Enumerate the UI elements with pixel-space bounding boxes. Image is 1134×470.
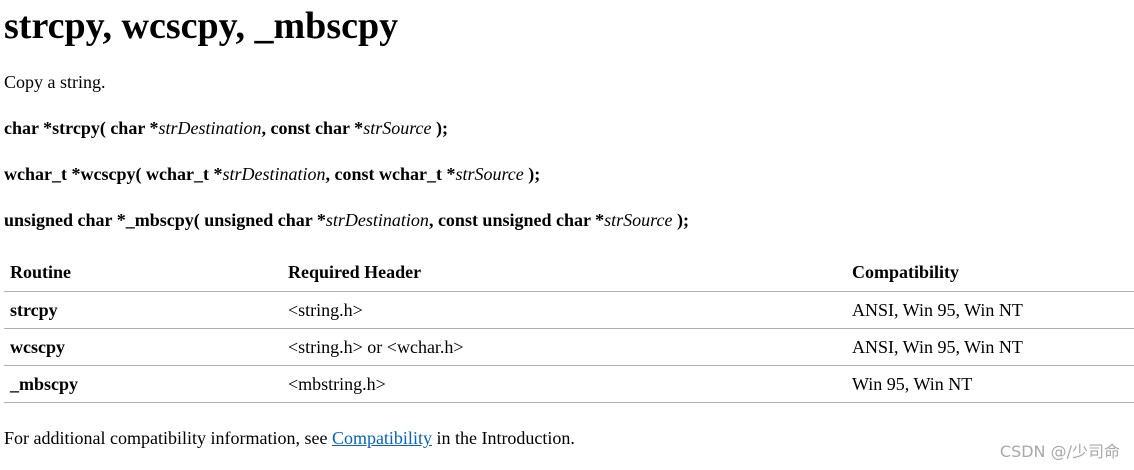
param-source: strSource — [363, 118, 432, 138]
header-routine: Routine — [4, 254, 282, 292]
signature-middle: , const char * — [261, 118, 364, 138]
signature-end: ); — [523, 164, 541, 184]
header-cell: <string.h> — [282, 291, 846, 329]
footer-text-after: in the Introduction. — [431, 428, 575, 448]
table-row: strcpy <string.h> ANSI, Win 95, Win NT — [4, 291, 1134, 329]
signature-prefix: char *strcpy( char * — [4, 118, 159, 138]
compatibility-link[interactable]: Compatibility — [332, 428, 432, 448]
intro-text: Copy a string. — [4, 72, 106, 92]
signature-middle: , const unsigned char * — [428, 210, 605, 230]
param-source: strSource — [604, 210, 673, 230]
compatibility-cell: Win 95, Win NT — [846, 365, 1134, 403]
routine-cell: _mbscpy — [4, 365, 282, 403]
table-row: _mbscpy <mbstring.h> Win 95, Win NT — [4, 365, 1134, 403]
param-destination: strDestination — [325, 210, 429, 230]
compatibility-cell: ANSI, Win 95, Win NT — [846, 328, 1134, 366]
signature-wcscpy: wchar_t *wcscpy( wchar_t *strDestination… — [4, 162, 540, 186]
signature-end: ); — [431, 118, 449, 138]
footer-note: For additional compatibility information… — [4, 426, 575, 450]
compatibility-cell: ANSI, Win 95, Win NT — [846, 291, 1134, 329]
header-required-header: Required Header — [282, 254, 846, 292]
signature-middle: , const wchar_t * — [325, 164, 456, 184]
param-destination: strDestination — [222, 164, 326, 184]
requirements-table: Routine Required Header Compatibility st… — [4, 254, 1134, 403]
signature-end: ); — [672, 210, 689, 230]
header-cell: <string.h> or <wchar.h> — [282, 328, 846, 366]
table-row: wcscpy <string.h> or <wchar.h> ANSI, Win… — [4, 328, 1134, 366]
param-source: strSource — [455, 164, 524, 184]
signature-prefix: wchar_t *wcscpy( wchar_t * — [4, 164, 223, 184]
param-destination: strDestination — [158, 118, 262, 138]
routine-cell: wcscpy — [4, 328, 282, 366]
header-compatibility: Compatibility — [846, 254, 1134, 292]
signature-strcpy: char *strcpy( char *strDestination, cons… — [4, 116, 448, 140]
footer-text-before: For additional compatibility information… — [4, 428, 332, 448]
signature-prefix: unsigned char *_mbscpy( unsigned char * — [4, 210, 326, 230]
signature-mbscpy: unsigned char *_mbscpy( unsigned char *s… — [4, 208, 689, 232]
routine-cell: strcpy — [4, 291, 282, 329]
watermark: CSDN @/少司命 — [999, 442, 1120, 461]
table-header-row: Routine Required Header Compatibility — [4, 254, 1134, 292]
page-title: strcpy, wcscpy, _mbscpy — [4, 5, 399, 47]
header-cell: <mbstring.h> — [282, 365, 846, 403]
